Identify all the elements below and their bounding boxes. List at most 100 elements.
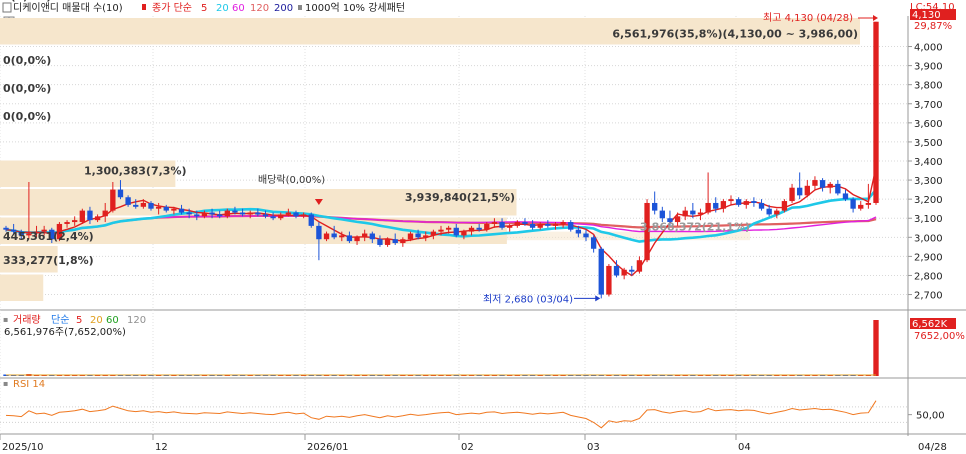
rsi-tick-label: 50,00	[916, 411, 945, 422]
candle-body	[659, 210, 665, 219]
candle-body	[468, 227, 475, 232]
candle-body	[384, 239, 391, 245]
candle-body	[575, 229, 582, 234]
x-axis-current-date: 04/28	[918, 442, 947, 453]
ma-period-20: 20	[216, 3, 229, 14]
ma-period-120: 120	[250, 3, 269, 14]
volume-profile-label: 3,868,372(21,1%)	[640, 221, 750, 234]
ma-period-5: 5	[201, 3, 207, 14]
change-pct-tag: 29,87%	[914, 21, 952, 32]
x-tick-label: 2025/10	[2, 442, 44, 453]
volume-profile-label: 0(0,0%)	[3, 0, 51, 3]
candle-body	[751, 201, 757, 203]
candle-body	[774, 210, 780, 215]
volume-profile-label: 0(0,0%)	[3, 82, 51, 95]
candle-body	[629, 269, 635, 272]
candle-body	[323, 233, 330, 240]
ma-period-200: 200	[274, 3, 293, 14]
candle-body	[842, 193, 849, 200]
candle-body	[858, 204, 864, 209]
candle-body	[64, 222, 70, 224]
candle-body	[758, 202, 765, 209]
candle-body	[522, 222, 528, 224]
candle	[873, 21, 879, 205]
high-annotation: 최고 4,130 (04/28)	[763, 12, 853, 24]
candle-body	[499, 222, 505, 228]
candle-body	[568, 222, 574, 230]
candle-body	[461, 231, 467, 236]
candle-body	[850, 199, 856, 209]
candle-body	[339, 235, 345, 238]
candle-body	[423, 235, 429, 238]
volume-pct-tag: 7652,00%	[914, 331, 965, 342]
chart-canvas[interactable]: 디케이앤디 매물대 수(10) 종가 단순 5 20 60 120 200 1000억 10%…	[0, 0, 966, 454]
candle-body	[278, 214, 284, 219]
candle	[79, 208, 85, 224]
candle-body	[171, 208, 177, 211]
volume-info: 6,561,976주(7,652,00%)	[4, 327, 126, 338]
candle-body	[400, 239, 406, 244]
volume-profile-bar	[0, 274, 44, 301]
volume-profile-label: 1,300,383(7,3%)	[84, 164, 187, 177]
y-tick-label: 3,800	[914, 81, 943, 92]
volume-ma-period-5: 5	[76, 315, 82, 326]
stock-chart-window: 디케이앤디 매물대 수(10) 종가 단순 5 20 60 120 200 1000억 10%…	[0, 0, 966, 454]
rsi-title: RSI 14	[13, 379, 45, 390]
candle-body	[79, 210, 85, 223]
stock-label: 디케이앤디 매물대 수(10)	[13, 2, 123, 14]
candle-body	[621, 269, 627, 276]
candle-body	[224, 210, 230, 217]
y-tick-label: 3,000	[914, 233, 943, 244]
candle-body	[545, 223, 551, 226]
dividend-annotation: 배당락(0,00%)	[258, 174, 325, 186]
candle-body	[613, 265, 620, 276]
ma-color-swatch	[142, 4, 146, 10]
candle-body	[583, 233, 589, 238]
volume-profile-label: 3,939,840(21,5%)	[405, 191, 515, 204]
candle-body	[148, 202, 154, 209]
condition-swatch	[298, 5, 302, 10]
candle-body	[476, 227, 482, 230]
x-tick-label: 04	[738, 442, 751, 453]
candle-body	[308, 214, 314, 226]
candle-body	[232, 210, 238, 213]
candle-body	[300, 214, 307, 217]
price-tags: 4,13029,87%	[910, 9, 956, 32]
y-tick-label: 3,400	[914, 157, 943, 168]
x-tick-label: 2026/01	[307, 442, 349, 453]
y-tick-label: 3,200	[914, 195, 943, 206]
candle-body	[331, 233, 337, 238]
candle-body	[178, 208, 185, 213]
candle-body	[438, 229, 444, 232]
candle-body	[72, 220, 78, 223]
candle-body	[354, 237, 360, 242]
condition-label: 1000억 10% 강세패턴	[305, 2, 405, 14]
candle-body	[270, 216, 276, 219]
volume-title: 거래량	[13, 314, 41, 326]
candle-body	[537, 223, 543, 228]
candle-body	[514, 222, 520, 226]
y-tick-label: 2,700	[914, 291, 943, 302]
chart-settings-icon	[2, 2, 12, 13]
candle-body	[255, 212, 261, 215]
candle-body	[217, 214, 223, 217]
candle-body	[636, 260, 643, 272]
y-tick-label: 3,700	[914, 100, 943, 111]
candle	[781, 199, 788, 213]
ma-period-60: 60	[232, 3, 245, 14]
volume-ma-period-120: 120	[127, 315, 146, 326]
y-tick-label: 4,000	[914, 43, 943, 54]
volume-panel-marker: ▪	[3, 315, 8, 324]
candle-body	[491, 222, 498, 224]
candle-body	[766, 208, 772, 215]
candle-body	[743, 201, 749, 205]
volume-profile-label: 6,561,976(35,8%)(4,130,00 ~ 3,986,00)	[612, 28, 858, 41]
volume-ma-label: 단순	[51, 314, 69, 326]
rsi-panel-marker: ▪	[3, 379, 8, 388]
candle-body	[94, 216, 101, 221]
candle-body	[194, 214, 200, 217]
candle-body	[247, 212, 253, 215]
volume-profile-label: 0(0,0%)	[3, 54, 51, 67]
candle-body	[789, 187, 795, 202]
x-tick-label: 03	[587, 442, 600, 453]
